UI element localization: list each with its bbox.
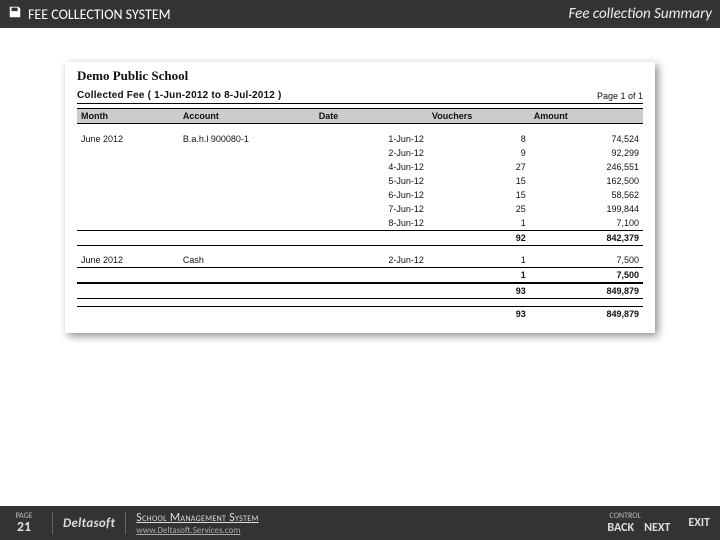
cell: 849,879 <box>530 283 643 299</box>
cell: 162,500 <box>530 174 643 188</box>
cell: 8 <box>428 132 530 146</box>
page-number: 21 <box>0 520 48 534</box>
col-amount: Amount <box>530 109 643 124</box>
cell: 92,299 <box>530 146 643 160</box>
cell: 4-Jun-12 <box>315 160 428 174</box>
cell: 6-Jun-12 <box>315 188 428 202</box>
school-name: Demo Public School <box>77 68 643 84</box>
col-month: Month <box>77 109 179 124</box>
cell: B.a.h.l 900080-1 <box>179 132 315 146</box>
cell: 7,500 <box>530 268 643 284</box>
cell: 1 <box>428 253 530 268</box>
cell: 15 <box>428 188 530 202</box>
save-icon <box>8 5 22 23</box>
report-table: Month Account Date Vouchers Amount June … <box>77 108 643 321</box>
cell: June 2012 <box>77 253 179 268</box>
control-label: CONTROL <box>609 512 640 520</box>
subtotal-row: 92 842,379 <box>77 230 643 245</box>
cell: 2-Jun-12 <box>315 253 428 268</box>
page-body: Demo Public School Collected Fee ( 1-Jun… <box>0 28 720 506</box>
header-subtitle: Fee collection Summary <box>568 5 712 23</box>
product-url: www.Deltasoft.Services.com <box>136 525 258 536</box>
cell: 1 <box>428 268 530 284</box>
table-row: 7-Jun-12 25 199,844 <box>77 202 643 216</box>
next-button[interactable]: NEXT <box>644 521 670 535</box>
back-button[interactable]: BACK <box>607 521 634 535</box>
app-header: FEE COLLECTION SYSTEM Fee collection Sum… <box>0 0 720 28</box>
table-row: June 2012 Cash 2-Jun-12 1 7,500 <box>77 253 643 268</box>
cell: 842,379 <box>530 230 643 245</box>
subtotal-row: 1 7,500 <box>77 268 643 284</box>
cell: Cash <box>179 253 315 268</box>
divider <box>125 512 126 534</box>
cell: 93 <box>428 307 530 322</box>
cell: 849,879 <box>530 307 643 322</box>
header-title: FEE COLLECTION SYSTEM <box>28 6 171 23</box>
app-footer: PAGE 21 Deltasoft School Management Syst… <box>0 506 720 540</box>
table-row: 8-Jun-12 1 7,100 <box>77 216 643 231</box>
page-indicator: Page 1 of 1 <box>597 91 643 101</box>
cell: 7,100 <box>530 216 643 231</box>
cell: 246,551 <box>530 160 643 174</box>
brand-name: Deltasoft <box>57 516 121 531</box>
divider <box>52 512 53 534</box>
cell: 1 <box>428 216 530 231</box>
cell: 5-Jun-12 <box>315 174 428 188</box>
table-row: 6-Jun-12 15 58,562 <box>77 188 643 202</box>
table-row: 5-Jun-12 15 162,500 <box>77 174 643 188</box>
col-date: Date <box>315 109 428 124</box>
cell: 1-Jun-12 <box>315 132 428 146</box>
grand-total-row: 93 849,879 <box>77 283 643 299</box>
cell: June 2012 <box>77 132 179 146</box>
cell: 8-Jun-12 <box>315 216 428 231</box>
cell: 74,524 <box>530 132 643 146</box>
overall-total-row: 93 849,879 <box>77 307 643 322</box>
cell: 7-Jun-12 <box>315 202 428 216</box>
table-row: 4-Jun-12 27 246,551 <box>77 160 643 174</box>
cell: 9 <box>428 146 530 160</box>
cell: 92 <box>428 230 530 245</box>
table-row: June 2012 B.a.h.l 900080-1 1-Jun-12 8 74… <box>77 132 643 146</box>
exit-button[interactable]: EXIT <box>674 516 720 530</box>
product-name: School Management System <box>136 511 258 525</box>
cell: 199,844 <box>530 202 643 216</box>
table-row: 2-Jun-12 9 92,299 <box>77 146 643 160</box>
cell: 7,500 <box>530 253 643 268</box>
cell: 58,562 <box>530 188 643 202</box>
cell: 93 <box>428 283 530 299</box>
cell: 2-Jun-12 <box>315 146 428 160</box>
report-panel: Demo Public School Collected Fee ( 1-Jun… <box>65 62 655 333</box>
cell: 25 <box>428 202 530 216</box>
date-range: Collected Fee ( 1-Jun-2012 to 8-Jul-2012… <box>77 90 282 101</box>
cell: 27 <box>428 160 530 174</box>
col-account: Account <box>179 109 315 124</box>
cell: 15 <box>428 174 530 188</box>
col-vouchers: Vouchers <box>428 109 530 124</box>
